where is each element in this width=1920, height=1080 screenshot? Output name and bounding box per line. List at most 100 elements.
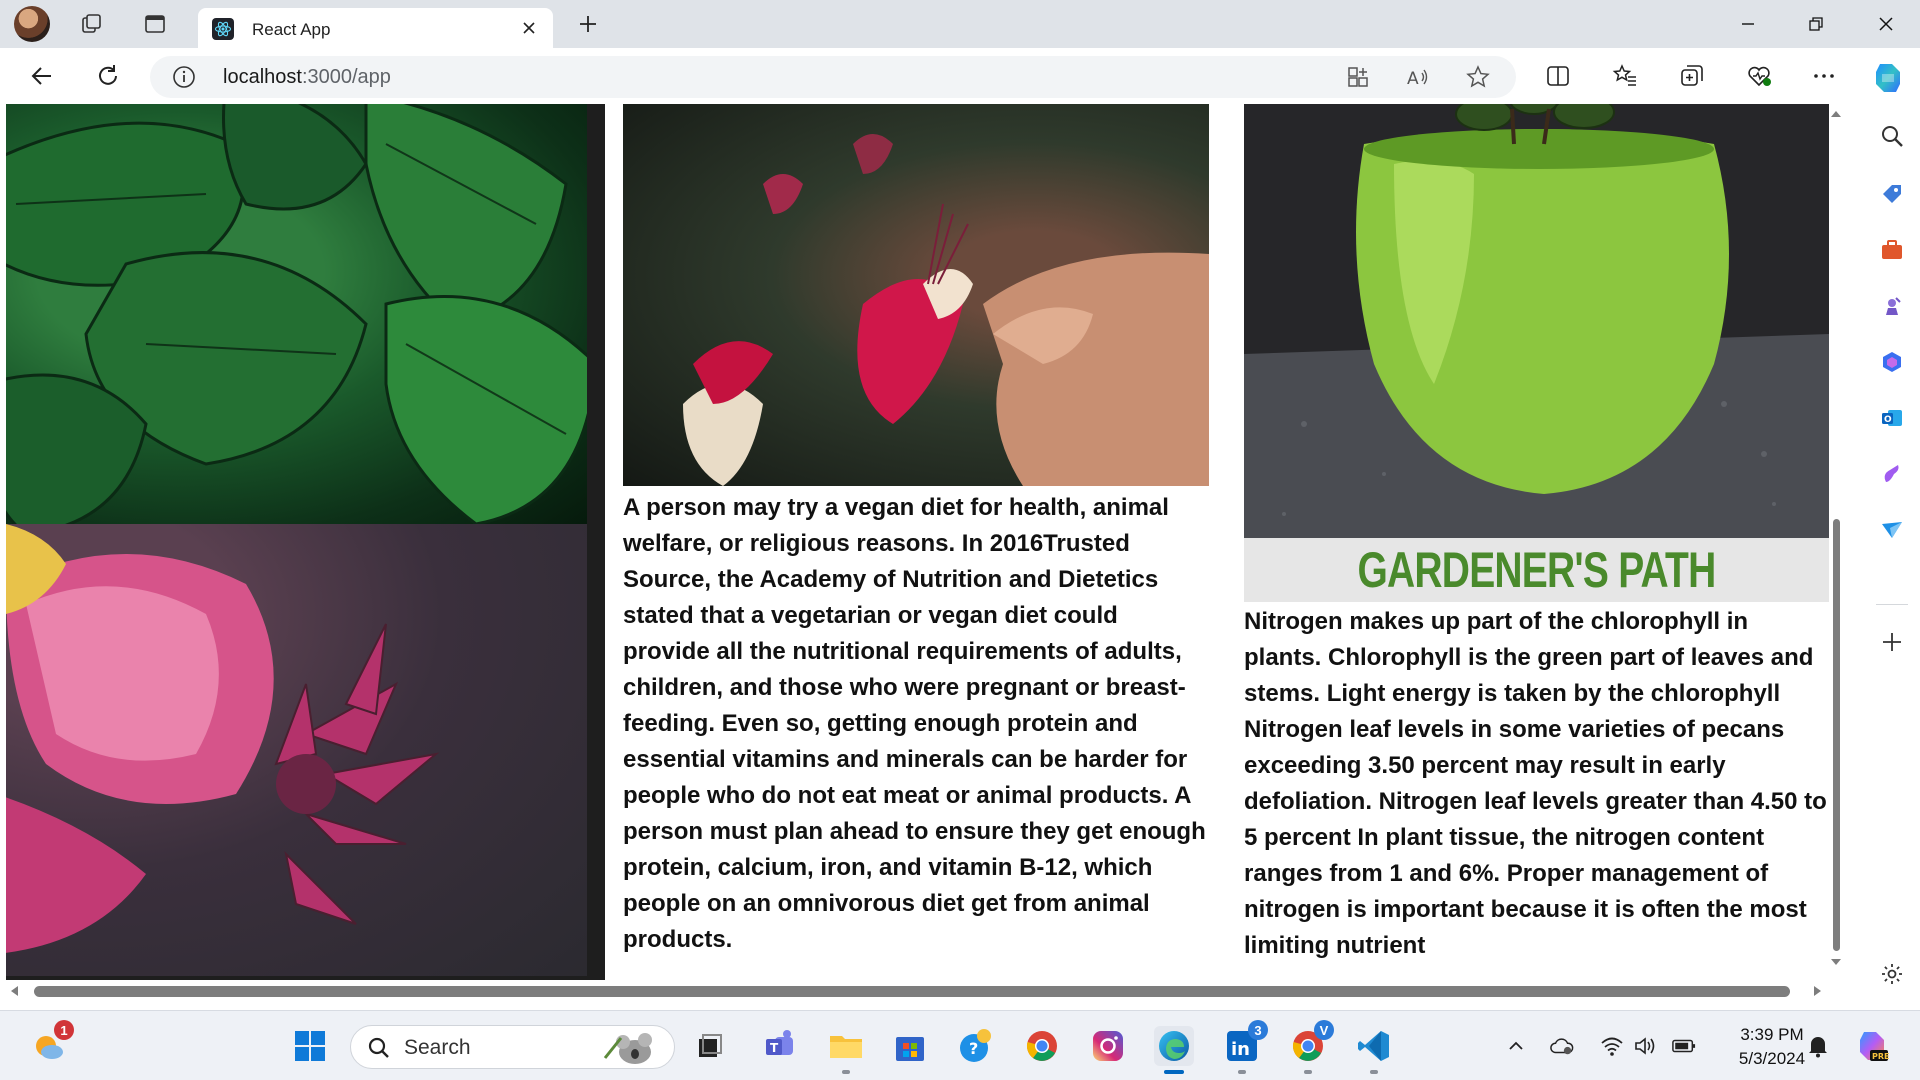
edge-active-indicator	[1164, 1070, 1184, 1074]
green-pot-plant-image	[1244, 104, 1829, 538]
url-text[interactable]: localhost:3000/app	[223, 66, 391, 89]
taskbar-search-label: Search	[404, 1036, 471, 1059]
scroll-right-arrow-icon[interactable]	[1810, 984, 1824, 998]
edge-icon[interactable]	[1154, 1026, 1194, 1074]
horizontal-scroll-thumb[interactable]	[34, 986, 1790, 997]
battery-icon[interactable]	[1672, 1034, 1696, 1058]
notification-bell-icon[interactable]	[1806, 1034, 1830, 1058]
middle-column: A person may try a vegan diet for health…	[623, 104, 1209, 980]
vertical-scrollbar[interactable]	[1830, 104, 1842, 980]
start-windows-icon[interactable]	[290, 1026, 330, 1066]
vscode-icon[interactable]	[1354, 1026, 1394, 1074]
chrome-icon[interactable]	[1022, 1026, 1062, 1066]
app-available-icon[interactable]	[1346, 65, 1370, 89]
vertical-tabs-icon[interactable]	[137, 6, 173, 42]
task-view-icon[interactable]	[690, 1026, 730, 1066]
collections-icon[interactable]	[1678, 62, 1706, 90]
volume-icon[interactable]	[1634, 1034, 1658, 1058]
fuchsia-flower-hand-image	[623, 104, 1209, 486]
copilot-preview-icon[interactable]: PRE	[1852, 1026, 1892, 1066]
gardeners-path-logo: GARDENER'S PATH	[1357, 542, 1717, 598]
pink-dahlia-image	[6, 524, 587, 976]
svg-text:in: in	[1231, 1039, 1250, 1060]
browser-toolbar: localhost:3000/app A	[0, 48, 1920, 104]
vertical-scroll-thumb[interactable]	[1833, 519, 1840, 951]
refresh-button[interactable]	[90, 58, 126, 94]
new-tab-button[interactable]	[570, 6, 606, 42]
svg-text:?: ?	[969, 1039, 978, 1058]
chrome-profile-icon[interactable]: V	[1288, 1020, 1334, 1074]
favorite-star-icon[interactable]	[1466, 65, 1490, 89]
svg-text:O: O	[1884, 415, 1892, 425]
split-screen-icon[interactable]	[1544, 62, 1572, 90]
vegan-diet-paragraph: A person may try a vegan diet for health…	[623, 494, 1206, 953]
address-bar[interactable]: localhost:3000/app A	[150, 56, 1516, 98]
more-options-icon[interactable]	[1810, 62, 1838, 90]
workspaces-icon[interactable]	[74, 6, 110, 42]
taskbar-search-box[interactable]: Search	[350, 1025, 675, 1069]
read-aloud-icon[interactable]: A	[1406, 65, 1430, 89]
close-window-icon[interactable]	[1856, 0, 1916, 48]
widgets-notification-badge: 1	[54, 1020, 74, 1040]
quick-assist-icon[interactable]: ?	[956, 1026, 996, 1066]
svg-text:A: A	[1407, 69, 1419, 89]
send-drop-icon[interactable]	[1878, 516, 1906, 544]
tab-close-icon[interactable]	[517, 16, 541, 40]
gardeners-path-banner: GARDENER'S PATH	[1244, 538, 1829, 602]
scroll-down-arrow-icon[interactable]	[1830, 956, 1842, 968]
file-explorer-icon[interactable]	[826, 1026, 866, 1074]
react-logo-icon	[212, 18, 234, 40]
teams-icon[interactable]: T	[760, 1026, 800, 1066]
add-sidebar-app-icon[interactable]	[1878, 628, 1906, 656]
widgets-weather-icon[interactable]: 1	[28, 1020, 74, 1066]
favorites-icon[interactable]	[1611, 62, 1639, 90]
chrome-running-indicator	[1304, 1070, 1312, 1074]
wifi-icon[interactable]	[1600, 1034, 1624, 1058]
show-hidden-icons-chevron-icon[interactable]	[1504, 1034, 1528, 1058]
search-icon[interactable]	[1878, 122, 1906, 150]
designer-icon[interactable]	[1878, 460, 1906, 488]
taskbar-search-icon	[368, 1037, 389, 1058]
instagram-icon[interactable]	[1088, 1026, 1128, 1066]
site-info-icon[interactable]	[172, 65, 196, 89]
outlook-icon[interactable]: O	[1878, 404, 1906, 432]
edge-sidebar: O	[1864, 104, 1920, 1010]
copilot-icon[interactable]	[1868, 58, 1908, 98]
monstera-leaves-image	[6, 104, 587, 524]
shopping-tag-icon[interactable]	[1878, 180, 1906, 208]
right-column: GARDENER'S PATH Nitrogen makes up part o…	[1244, 104, 1829, 980]
tab-react-app[interactable]: React App	[198, 8, 553, 48]
page-viewport: A person may try a vegan diet for health…	[0, 104, 1842, 980]
browser-essentials-icon[interactable]	[1745, 62, 1773, 90]
search-highlight-koala-icon	[603, 1033, 652, 1064]
linkedin-running-indicator	[1238, 1070, 1246, 1074]
scroll-left-arrow-icon[interactable]	[8, 984, 22, 998]
horizontal-scrollbar[interactable]	[0, 980, 1842, 1002]
tab-title: React App	[252, 20, 331, 39]
microsoft-store-icon[interactable]	[890, 1026, 930, 1066]
svg-text:PRE: PRE	[1872, 1052, 1890, 1061]
tools-briefcase-icon[interactable]	[1878, 236, 1906, 264]
games-chess-icon[interactable]	[1878, 292, 1906, 320]
linkedin-icon[interactable]: in 3	[1222, 1020, 1268, 1074]
nitrogen-paragraph: Nitrogen makes up part of the chlorophyl…	[1244, 608, 1827, 959]
url-host: localhost	[223, 66, 302, 88]
profile-avatar[interactable]	[14, 6, 50, 42]
sidebar-divider	[1876, 604, 1908, 605]
url-path: :3000/app	[301, 66, 391, 88]
back-button[interactable]	[24, 58, 60, 94]
svg-text:T: T	[770, 1041, 779, 1055]
sidebar-settings-gear-icon[interactable]	[1878, 960, 1906, 988]
scroll-up-arrow-icon[interactable]	[1830, 108, 1842, 120]
left-image-column	[6, 104, 605, 980]
restore-icon[interactable]	[1786, 0, 1846, 48]
browser-title-bar: React App	[0, 0, 1920, 48]
vscode-running-indicator	[1370, 1070, 1378, 1074]
explorer-running-indicator	[842, 1070, 850, 1074]
chrome-profile-badge: V	[1314, 1020, 1334, 1040]
microsoft-365-icon[interactable]	[1878, 348, 1906, 376]
onedrive-cloud-icon[interactable]	[1550, 1034, 1574, 1058]
minimize-icon[interactable]	[1718, 0, 1778, 48]
linkedin-notification-badge: 3	[1248, 1020, 1268, 1040]
windows-taskbar: 1 Search T ? in 3 V 3:39 PM 5/3/2024 PRE	[0, 1010, 1920, 1080]
